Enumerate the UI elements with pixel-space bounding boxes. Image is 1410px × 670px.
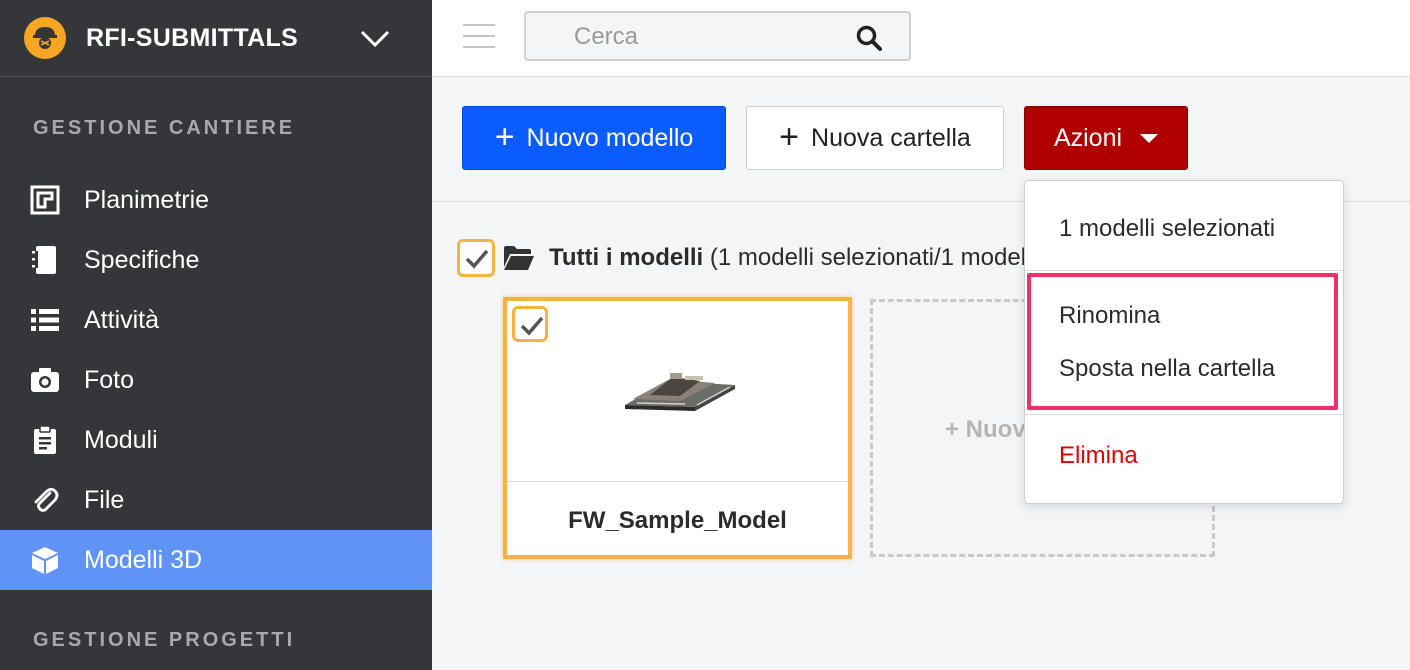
menu-divider (1025, 270, 1343, 271)
sidebar-item-modelli-3d[interactable]: Modelli 3D (0, 530, 432, 590)
floorplan-icon (30, 185, 60, 215)
clipboard-icon (34, 425, 56, 454)
building-model-image (625, 373, 735, 411)
sidebar-item-label: Moduli (84, 426, 158, 454)
search-icon[interactable] (856, 25, 882, 51)
sidebar-item-moduli[interactable]: Moduli (0, 410, 432, 470)
selected-count-label: 1 modelli selezionati (1059, 215, 1276, 242)
folder-title: Tutti i modelli (1 modelli selezionati/1… (549, 244, 1024, 272)
plus-icon: + (494, 117, 515, 156)
project-switcher[interactable]: RFI-SUBMITTALS (0, 0, 432, 77)
new-folder-button[interactable]: + Nuova cartella (746, 106, 1004, 170)
notebook-icon (32, 246, 56, 274)
paperclip-icon (34, 487, 59, 512)
sidebar-item-label: Specifiche (84, 246, 200, 274)
camera-icon (31, 368, 59, 392)
menu-divider (1025, 414, 1343, 415)
search-box[interactable] (524, 11, 911, 61)
sidebar-item-label: Modelli 3D (84, 546, 203, 574)
model-name: FW_Sample_Model (568, 507, 787, 534)
project-name: RFI-SUBMITTALS (86, 24, 299, 52)
model-card[interactable]: FW_Sample_Model (503, 297, 852, 559)
sidebar: RFI-SUBMITTALS GESTIONE CANTIERE Planime… (0, 0, 432, 670)
caret-down-icon (1140, 133, 1159, 143)
folder-open-icon (504, 246, 534, 270)
sidebar-item-planimetrie[interactable]: Planimetrie (0, 170, 432, 230)
model-checkbox[interactable] (512, 306, 548, 342)
highlight-box (1027, 273, 1338, 410)
chevron-down-icon[interactable] (360, 30, 390, 48)
sidebar-item-file[interactable]: File (0, 470, 432, 530)
sidebar-item-foto[interactable]: Foto (0, 350, 432, 410)
card-divider (507, 481, 848, 482)
actions-label: Azioni (1053, 123, 1123, 152)
sidebar-item-specifiche[interactable]: Specifiche (0, 230, 432, 290)
list-icon (31, 309, 59, 331)
model-thumbnail (507, 301, 848, 481)
new-model-label: Nuovo modello (526, 123, 694, 152)
select-all-checkbox[interactable] (457, 239, 495, 277)
sidebar-item-label: Planimetrie (84, 186, 210, 214)
section-title-cantiere: GESTIONE CANTIERE (33, 117, 296, 139)
plus-icon: + (779, 117, 800, 156)
sidebar-item-attivita[interactable]: Attività (0, 290, 432, 350)
search-input[interactable] (574, 23, 854, 51)
folder-name: Tutti i modelli (549, 244, 704, 271)
top-bar (432, 0, 1410, 77)
folder-selection-info: (1 modelli selezionati/1 modelli) (709, 244, 1024, 271)
sidebar-item-label: Foto (84, 366, 135, 394)
menu-item-delete[interactable]: Elimina (1059, 442, 1138, 470)
actions-button[interactable]: Azioni (1024, 106, 1188, 170)
checkmark-icon (465, 249, 489, 269)
cube-icon (32, 547, 58, 574)
hamburger-menu-icon[interactable] (463, 24, 495, 48)
sidebar-item-label: File (84, 486, 125, 514)
sidebar-item-label: Attività (84, 306, 160, 334)
new-model-button[interactable]: + Nuovo modello (462, 106, 726, 170)
section-title-progetti: GESTIONE PROGETTI (33, 629, 296, 651)
worker-logo-icon (24, 17, 66, 59)
checkmark-icon (520, 316, 544, 336)
new-folder-label: Nuova cartella (811, 123, 971, 152)
